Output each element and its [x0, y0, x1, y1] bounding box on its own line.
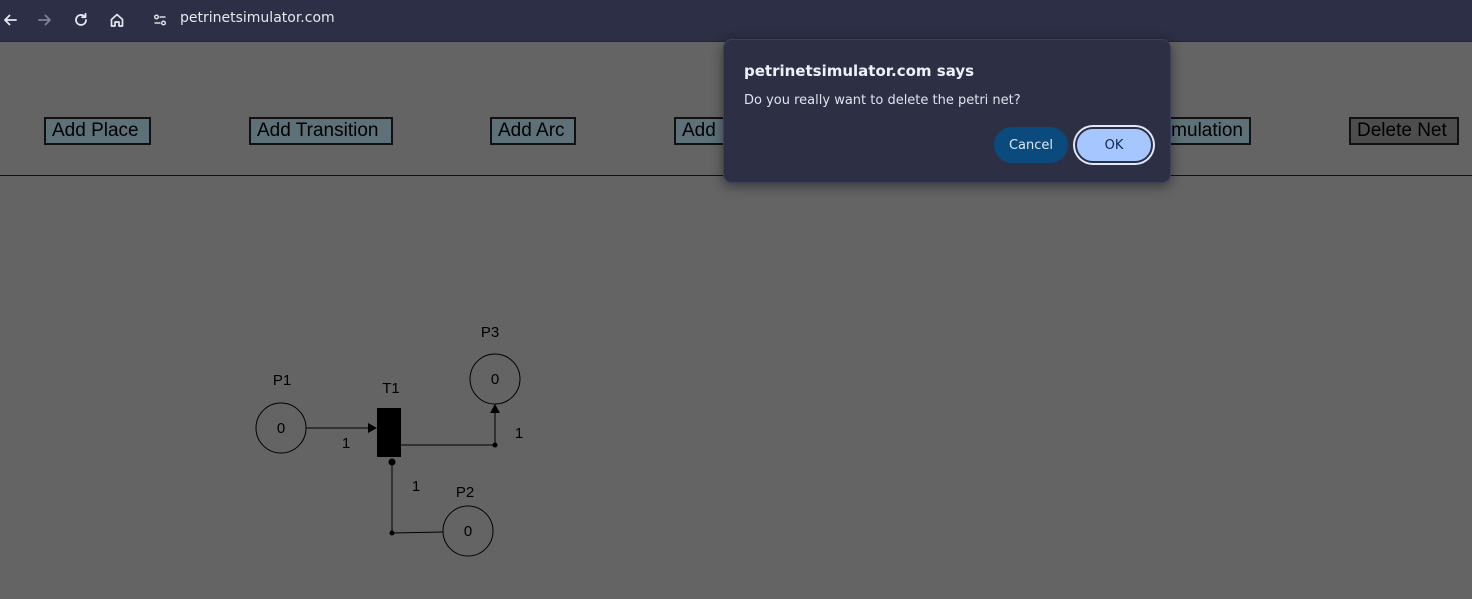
- arc-weight-t1-p3: 1: [515, 425, 523, 442]
- arc-weight-p1-t1: 1: [342, 435, 350, 452]
- add-place-button[interactable]: Add Place: [44, 117, 151, 145]
- arc-p1-t1[interactable]: [306, 423, 377, 433]
- place-p1[interactable]: 0: [255, 402, 307, 454]
- place-p1-tokens: 0: [277, 420, 285, 437]
- place-p3-tokens: 0: [491, 371, 499, 388]
- dialog-title: petrinetsimulator.com says: [744, 62, 975, 80]
- add-arc-button[interactable]: Add Arc: [490, 117, 576, 145]
- dialog-message: Do you really want to delete the petri n…: [744, 93, 1021, 108]
- site-settings-icon[interactable]: [148, 8, 172, 32]
- arc-weight-t1-p2: 1: [412, 478, 420, 495]
- place-p2[interactable]: 0: [442, 505, 494, 557]
- arc-t1-p2[interactable]: [388, 458, 444, 536]
- petri-net-diagram: 1 1 1 0 P1 0 P3 0 P2 T1: [255, 324, 523, 557]
- home-icon[interactable]: [105, 8, 129, 32]
- arc-t1-p3[interactable]: [401, 404, 500, 448]
- place-p3-label: P3: [481, 324, 499, 341]
- place-p2-label: P2: [456, 484, 474, 501]
- confirm-dialog: petrinetsimulator.com says Do you really…: [723, 39, 1171, 183]
- petri-net-canvas[interactable]: 1 1 1 0 P1 0 P3 0 P2 T1: [0, 177, 1472, 599]
- browser-toolbar: petrinetsimulator.com: [0, 0, 1472, 42]
- back-arrow-icon[interactable]: [0, 8, 22, 32]
- add-transition-button[interactable]: Add Transition: [249, 117, 393, 145]
- place-p1-label: P1: [273, 372, 291, 389]
- reload-icon[interactable]: [69, 8, 93, 32]
- delete-net-button[interactable]: Delete Net: [1349, 117, 1459, 145]
- transition-t1[interactable]: [377, 408, 401, 457]
- address-bar-url[interactable]: petrinetsimulator.com: [180, 10, 335, 26]
- cancel-button[interactable]: Cancel: [994, 127, 1068, 163]
- forward-arrow-icon[interactable]: [33, 8, 57, 32]
- place-p3[interactable]: 0: [469, 353, 521, 405]
- place-p2-tokens: 0: [464, 523, 472, 540]
- transition-t1-label: T1: [382, 380, 400, 397]
- ok-button[interactable]: OK: [1075, 127, 1153, 163]
